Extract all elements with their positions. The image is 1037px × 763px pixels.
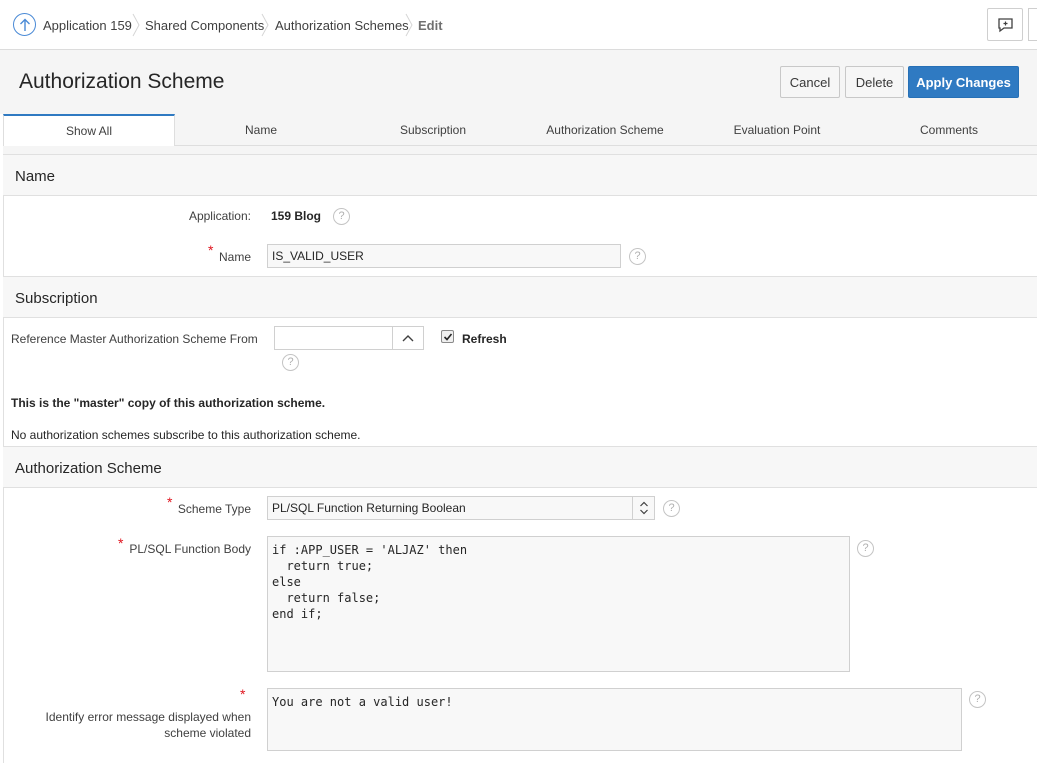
apply-changes-button[interactable]: Apply Changes <box>908 66 1019 98</box>
error-message-label-line2: scheme violated <box>164 726 251 740</box>
tab-spacer <box>3 146 1037 154</box>
region-border <box>3 318 4 446</box>
tab-name[interactable]: Name <box>175 114 347 146</box>
tab-bar: Show All Name Subscription Authorization… <box>3 114 1037 147</box>
cancel-button[interactable]: Cancel <box>780 66 840 98</box>
page-header: Authorization Scheme Cancel Delete Apply… <box>0 50 1037 114</box>
region-name-header: Name <box>3 154 1037 196</box>
reference-master-picker-button[interactable] <box>392 326 424 350</box>
region-subscription-title: Subscription <box>15 290 98 307</box>
refresh-label[interactable]: Refresh <box>462 332 507 346</box>
reference-master-label: Reference Master Authorization Scheme Fr… <box>11 332 258 346</box>
help-icon[interactable]: ? <box>333 208 350 225</box>
page-title: Authorization Scheme <box>19 70 225 93</box>
chevron-up-icon <box>402 335 414 342</box>
help-icon[interactable]: ? <box>969 691 986 708</box>
help-icon[interactable]: ? <box>857 540 874 557</box>
region-subscription-header: Subscription <box>3 276 1037 318</box>
subscribers-note: No authorization schemes subscribe to th… <box>11 428 361 442</box>
delete-button[interactable]: Delete <box>845 66 904 98</box>
breadcrumb-separator <box>131 13 141 37</box>
top-bar: Application 159 Shared Components Author… <box>0 0 1037 50</box>
breadcrumb-shared-components[interactable]: Shared Components <box>145 18 264 33</box>
help-icon[interactable]: ? <box>629 248 646 265</box>
help-icon[interactable]: ? <box>663 500 680 517</box>
name-input[interactable] <box>267 244 621 268</box>
help-icon[interactable]: ? <box>282 354 299 371</box>
feedback-icon <box>998 18 1013 33</box>
application-value: 159 Blog <box>271 209 322 223</box>
region-border <box>3 488 4 763</box>
tab-comments[interactable]: Comments <box>863 114 1035 146</box>
region-name-title: Name <box>15 168 56 185</box>
error-message-label-line1: Identify error message displayed when <box>45 710 251 724</box>
select-arrows-icon <box>632 497 654 519</box>
master-copy-note: This is the "master" copy of this author… <box>11 396 326 410</box>
scheme-type-label: Scheme Type <box>177 502 251 516</box>
error-message-input[interactable]: You are not a valid user! <box>267 688 962 751</box>
breadcrumb-current: Edit <box>418 18 443 33</box>
arrow-up-icon[interactable] <box>13 13 36 36</box>
toolbar-overflow-button[interactable] <box>1028 8 1037 41</box>
tab-authorization-scheme[interactable]: Authorization Scheme <box>519 114 691 146</box>
region-authorization-title: Authorization Scheme <box>15 460 162 477</box>
required-indicator: * <box>240 686 246 702</box>
reference-master-field[interactable] <box>274 326 393 350</box>
function-body-editor[interactable]: if :APP_USER = 'ALJAZ' then return true;… <box>267 536 850 672</box>
application-label: Application: <box>188 209 251 223</box>
tab-evaluation-point[interactable]: Evaluation Point <box>691 114 863 146</box>
tab-show-all[interactable]: Show All <box>3 114 175 147</box>
breadcrumb-application[interactable]: Application 159 <box>43 18 132 33</box>
breadcrumb-separator <box>260 13 270 37</box>
region-border <box>3 196 4 277</box>
breadcrumb-authorization-schemes[interactable]: Authorization Schemes <box>275 18 409 33</box>
feedback-button[interactable] <box>987 8 1023 41</box>
breadcrumb-separator <box>404 13 414 37</box>
refresh-checkbox[interactable] <box>441 330 454 343</box>
function-body-label: PL/SQL Function Body <box>129 542 251 556</box>
scheme-type-value: PL/SQL Function Returning Boolean <box>272 501 466 515</box>
scheme-type-select[interactable]: PL/SQL Function Returning Boolean <box>267 496 655 520</box>
region-authorization-header: Authorization Scheme <box>3 446 1037 488</box>
tab-subscription[interactable]: Subscription <box>347 114 519 146</box>
name-label: Name <box>218 250 251 264</box>
